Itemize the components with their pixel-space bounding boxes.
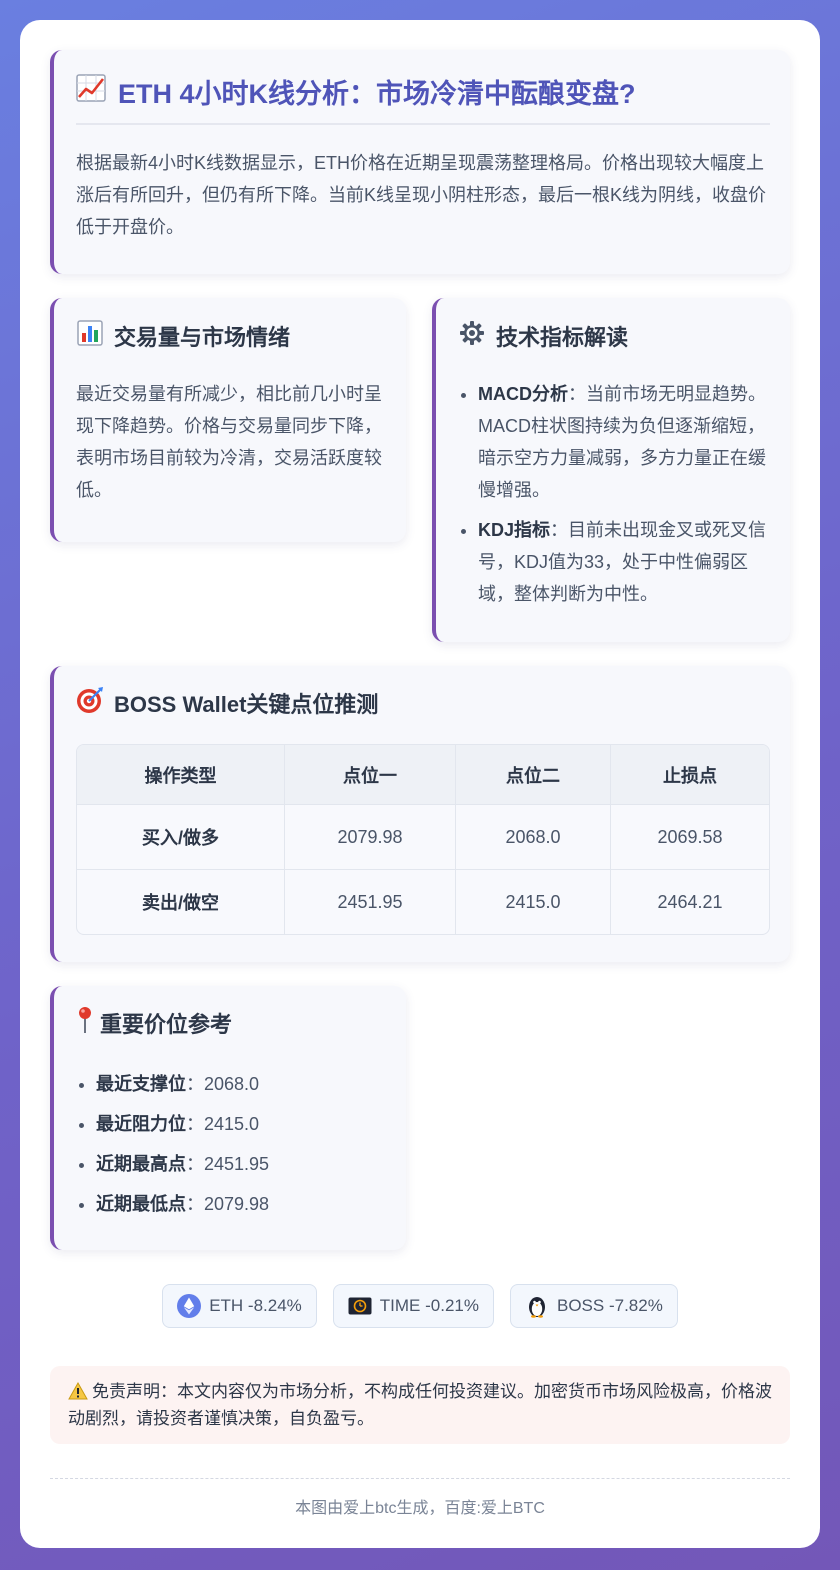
time-coin-icon (348, 1294, 372, 1318)
coin-badge-text: ETH -8.24% (209, 1296, 302, 1315)
list-item: KDJ指标：目前未出现金叉或死叉信号，KDJ值为33，处于中性偏弱区域，整体判断… (478, 514, 770, 610)
column-header: 点位二 (455, 745, 611, 805)
indicator-label: KDJ指标 (478, 520, 551, 540)
footer-divider (50, 1478, 790, 1479)
bar-chart-icon (76, 320, 104, 352)
warning-icon (68, 1381, 88, 1407)
footer-credit: 本图由爱上btc生成，百度:爱上BTC (295, 1500, 545, 1517)
penguin-icon (525, 1294, 549, 1318)
level-value: 2068.0 (204, 1074, 260, 1094)
coin-badge-eth[interactable]: ETH -8.24% (162, 1284, 317, 1328)
table-cell: 卖出/做空 (77, 869, 285, 934)
indicator-sep: ： (550, 520, 569, 540)
table-row: 买入/做多 2079.98 2068.0 2069.58 (77, 804, 769, 870)
levels-heading: 重要价位参考 (76, 1006, 386, 1040)
indicator-label: MACD分析 (478, 384, 568, 404)
level-label: 近期最高点 (96, 1154, 186, 1174)
coin-badge-time[interactable]: TIME -0.21% (332, 1284, 494, 1328)
key-levels-table: 操作类型 点位一 点位二 止损点 买入/做多 2079.98 2068.0 20… (76, 744, 770, 935)
volume-text: 最近交易量有所减少，相比前几小时呈现下降趋势。价格与交易量同步下降，表明市场目前… (76, 384, 382, 500)
tech-indicators-card: 技术指标解读 MACD分析：当前市场无明显趋势。MACD柱状图持续为负但逐渐缩短… (432, 298, 790, 642)
list-item: MACD分析：当前市场无明显趋势。MACD柱状图持续为负但逐渐缩短，暗示空方力量… (478, 378, 770, 506)
disclaimer-text: 免责声明：本文内容仅为市场分析，不构成任何投资建议。加密货币市场风险极高，价格波… (68, 1382, 772, 1428)
report-page: ETH 4小时K线分析：市场冷清中酝酿变盘? 根据最新4小时K线数据显示，ETH… (20, 20, 820, 1548)
column-header: 操作类型 (77, 745, 285, 805)
level-sep: ： (186, 1194, 204, 1214)
level-sep: ： (186, 1074, 204, 1094)
volume-card: 交易量与市场情绪 最近交易量有所减少，相比前几小时呈现下降趋势。价格与交易量同步… (50, 298, 406, 542)
table-row: 卖出/做空 2451.95 2415.0 2464.21 (77, 869, 769, 934)
levels-heading-text: 重要价位参考 (100, 1012, 233, 1037)
table-header-row: 操作类型 点位一 点位二 止损点 (77, 745, 769, 805)
level-value: 2415.0 (204, 1114, 260, 1134)
level-sep: ： (186, 1114, 204, 1134)
list-item: 最近支撑位：2068.0 (96, 1064, 386, 1104)
tech-list: MACD分析：当前市场无明显趋势。MACD柱状图持续为负但逐渐缩短，暗示空方力量… (458, 378, 770, 610)
eth-analysis-card: ETH 4小时K线分析：市场冷清中酝酿变盘? 根据最新4小时K线数据显示，ETH… (50, 50, 790, 274)
table-cell: 2415.0 (455, 869, 611, 934)
coin-badges: ETH -8.24% TIME -0.21% BOSS -7.82% (20, 1284, 820, 1328)
levels-list: 最近支撑位：2068.0 最近阻力位：2415.0 近期最高点：2451.95 … (76, 1064, 386, 1224)
chart-increasing-icon (76, 74, 106, 109)
summary-text: 根据最新4小时K线数据显示，ETH价格在近期呈现震荡整理格局。价格出现较大幅度上… (76, 153, 767, 237)
level-value: 2079.98 (204, 1194, 270, 1214)
tech-heading-text: 技术指标解读 (496, 325, 629, 350)
column-header: 点位一 (284, 745, 456, 805)
table-cell: 2464.21 (657, 891, 723, 912)
disclaimer: 免责声明：本文内容仅为市场分析，不构成任何投资建议。加密货币市场风险极高，价格波… (50, 1366, 790, 1444)
page-title: ETH 4小时K线分析：市场冷清中酝酿变盘? (76, 72, 770, 125)
table-cell: 2079.98 (284, 804, 456, 870)
page-title-text: ETH 4小时K线分析：市场冷清中酝酿变盘? (118, 79, 636, 109)
gear-icon (458, 320, 486, 352)
volume-heading-text: 交易量与市场情绪 (114, 325, 291, 350)
ethereum-icon (177, 1294, 202, 1318)
level-label: 近期最低点 (96, 1194, 186, 1214)
tech-heading: 技术指标解读 (458, 320, 770, 352)
volume-heading: 交易量与市场情绪 (76, 320, 386, 352)
boss-heading: BOSS Wallet关键点位推测 (76, 686, 770, 720)
table-cell: 2068.0 (455, 804, 611, 870)
indicator-sep: ： (568, 384, 586, 404)
price-reference-card: 重要价位参考 最近支撑位：2068.0 最近阻力位：2415.0 近期最高点：2… (50, 986, 406, 1250)
column-header: 止损点 (610, 745, 769, 805)
table-cell: 2451.95 (284, 869, 456, 934)
coin-badge-boss[interactable]: BOSS -7.82% (509, 1284, 678, 1328)
table-cell: 2069.58 (610, 804, 769, 870)
level-label: 最近阻力位 (96, 1114, 186, 1134)
target-icon (76, 686, 104, 720)
list-item: 近期最低点：2079.98 (96, 1184, 386, 1224)
coin-badge-text: TIME -0.21% (379, 1296, 479, 1315)
table-cell: 买入/做多 (77, 804, 285, 870)
list-item: 近期最高点：2451.95 (96, 1144, 386, 1184)
level-label: 最近支撑位 (96, 1074, 186, 1094)
pushpin-icon (76, 1006, 94, 1040)
level-sep: ： (186, 1154, 204, 1174)
levels-table: 操作类型 点位一 点位二 止损点 买入/做多 2079.98 2068.0 20… (77, 745, 769, 934)
level-value: 2451.95 (204, 1154, 270, 1174)
coin-badge-text: BOSS -7.82% (556, 1296, 663, 1315)
list-item: 最近阻力位：2415.0 (96, 1104, 386, 1144)
key-levels-card: BOSS Wallet关键点位推测 操作类型 点位一 点位二 止损点 买入/做多… (50, 666, 790, 962)
boss-heading-text: BOSS Wallet关键点位推测 (114, 692, 379, 717)
